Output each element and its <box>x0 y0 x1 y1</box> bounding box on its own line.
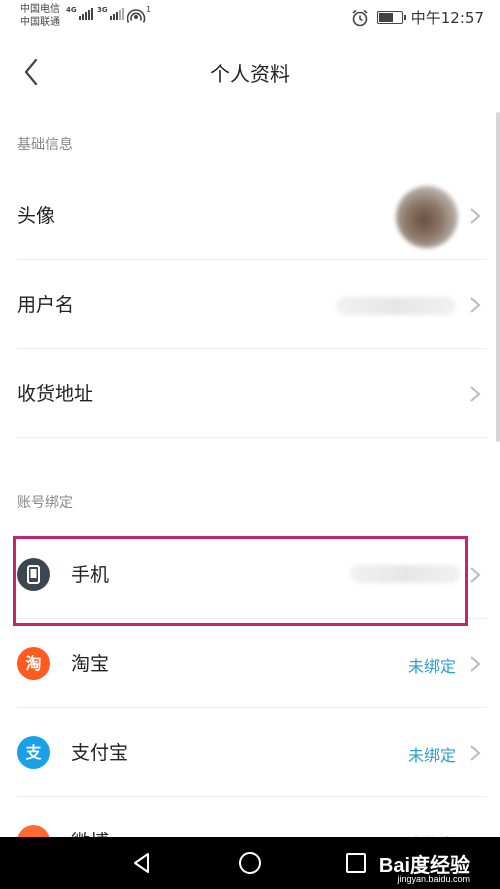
signal-icon: 4G <box>66 6 93 20</box>
taobao-icon: 淘 <box>17 647 50 680</box>
divider <box>17 259 486 260</box>
username-label: 用户名 <box>17 294 75 316</box>
network-type-1: 4G <box>66 6 77 14</box>
navigation-bar: Bai度经验 jingyan.baidu.com <box>0 837 500 889</box>
highlight-box <box>13 536 468 626</box>
nav-back-icon[interactable] <box>130 851 154 875</box>
avatar-label: 头像 <box>17 205 56 227</box>
divider <box>17 348 486 349</box>
chevron-right-icon <box>470 297 481 313</box>
signal-icon-2: 3G <box>97 6 124 20</box>
nav-recents-icon[interactable] <box>344 851 368 875</box>
battery-icon <box>376 11 406 24</box>
alipay-label: 支付宝 <box>71 742 129 764</box>
divider <box>17 437 486 438</box>
watermark-url: jingyan.baidu.com <box>397 874 470 884</box>
carrier-1: 中国电信 <box>20 4 60 15</box>
chevron-right-icon <box>470 745 481 761</box>
carrier-2: 中国联通 <box>20 17 60 28</box>
network-type-2: 3G <box>97 6 108 14</box>
clock: 中午12:57 <box>410 9 484 27</box>
taobao-row[interactable]: 淘 淘宝 未绑定 <box>17 620 486 708</box>
status-bar: 中国电信 中国联通 4G 3G 1 中午12:57 <box>0 0 500 34</box>
carrier-names: 中国电信 中国联通 <box>20 3 60 29</box>
divider <box>17 796 486 797</box>
scrollbar[interactable] <box>496 112 500 442</box>
app-header: 个人资料 <box>0 40 500 104</box>
address-label: 收货地址 <box>17 383 94 405</box>
chevron-right-icon <box>470 567 481 583</box>
nav-home-icon[interactable] <box>238 851 262 875</box>
username-value-blurred <box>336 297 456 315</box>
avatar-row[interactable]: 头像 <box>17 172 486 260</box>
avatar <box>396 186 458 248</box>
taobao-label: 淘宝 <box>71 653 110 675</box>
alipay-row[interactable]: 支 支付宝 未绑定 <box>17 709 486 797</box>
hotspot-icon <box>127 9 146 23</box>
username-row[interactable]: 用户名 <box>17 261 486 349</box>
baidu-watermark: Bai度经验 jingyan.baidu.com <box>379 849 470 884</box>
section-title-basic: 基础信息 <box>17 137 73 153</box>
divider <box>17 707 486 708</box>
chevron-right-icon <box>470 386 481 402</box>
chevron-right-icon <box>470 208 481 224</box>
alipay-icon: 支 <box>17 736 50 769</box>
alipay-bind-status[interactable]: 未绑定 <box>408 742 456 766</box>
hotspot-count: 1 <box>146 5 152 14</box>
chevron-right-icon <box>470 656 481 672</box>
alarm-icon <box>352 9 368 26</box>
section-title-binding: 账号绑定 <box>17 495 73 511</box>
taobao-bind-status[interactable]: 未绑定 <box>408 653 456 677</box>
address-row[interactable]: 收货地址 <box>17 350 486 438</box>
page-title: 个人资料 <box>210 62 290 86</box>
